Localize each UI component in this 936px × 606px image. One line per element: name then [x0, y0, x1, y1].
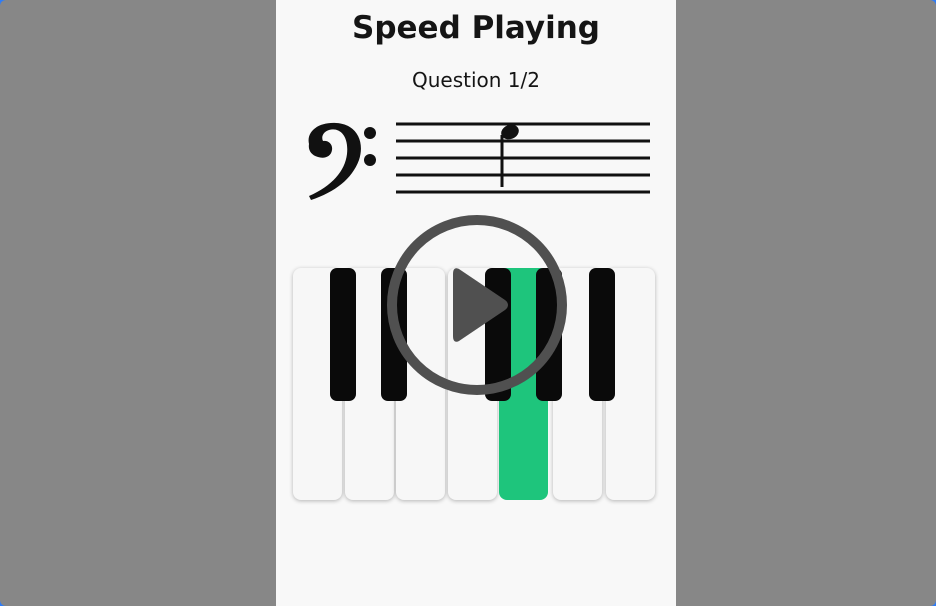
app-window: Speed Playing Question 1/2: [0, 0, 936, 606]
music-staff: [308, 122, 650, 200]
staff-lines: [396, 122, 650, 194]
page-title: Speed Playing: [352, 10, 600, 46]
black-key-1[interactable]: [330, 268, 356, 401]
bass-clef-icon: [308, 122, 376, 200]
quarter-note-icon: [500, 124, 519, 187]
play-icon[interactable]: [383, 211, 571, 399]
black-key-5[interactable]: [589, 268, 615, 401]
question-counter: Question 1/2: [412, 68, 540, 92]
